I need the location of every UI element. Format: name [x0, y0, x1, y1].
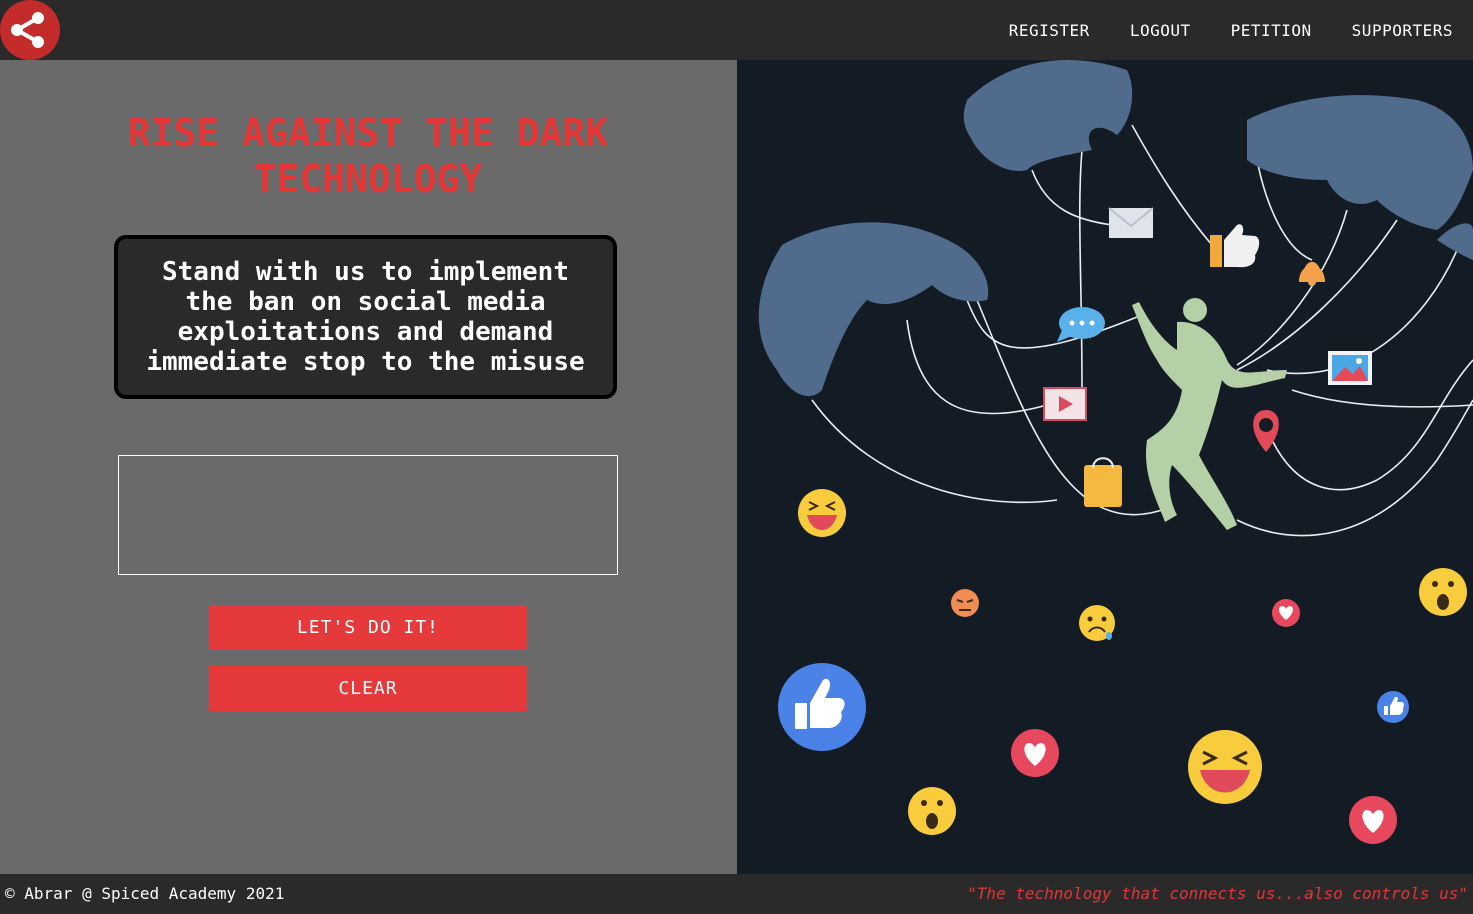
footer-quote: "The technology that connects us...also … [967, 884, 1468, 903]
string [1236, 209, 1348, 366]
laughing-emoji-icon [1188, 730, 1262, 804]
string [1031, 169, 1113, 226]
string [906, 319, 1048, 415]
wow-emoji-icon [1419, 568, 1467, 616]
string [1271, 359, 1473, 491]
share-icon [11, 12, 44, 48]
nav-logout-link[interactable]: LOGOUT [1130, 21, 1191, 40]
nav-register-link[interactable]: REGISTER [1009, 21, 1090, 40]
nav-petition-link[interactable]: PETITION [1231, 21, 1312, 40]
heart-reaction-icon [1272, 599, 1300, 627]
play-icon [1043, 387, 1087, 421]
like-reaction-icon [1377, 691, 1409, 723]
wow-emoji-icon [908, 787, 956, 835]
image-icon [1328, 351, 1372, 385]
sad-emoji-icon [1079, 605, 1115, 641]
heart-reaction-icon [1011, 729, 1059, 777]
nav-links: REGISTER LOGOUT PETITION SUPPORTERS [1009, 0, 1453, 60]
shopping-bag-icon [1084, 457, 1122, 507]
laughing-emoji-icon [798, 489, 846, 537]
signature-canvas[interactable] [118, 455, 618, 575]
illustration-panel [737, 60, 1473, 874]
submit-button[interactable]: LET'S DO IT! [209, 605, 527, 650]
nav-supporters-link[interactable]: SUPPORTERS [1352, 21, 1453, 40]
heart-reaction-icon [1349, 796, 1397, 844]
puppet-illustration [758, 60, 1473, 844]
string [1078, 149, 1083, 391]
logo[interactable] [0, 0, 60, 60]
navbar: REGISTER LOGOUT PETITION SUPPORTERS [0, 0, 1473, 60]
page-title: RISE AGAINST THE DARK TECHNOLOGY [127, 111, 609, 201]
statement-box: Stand with us to implement the ban on so… [114, 235, 617, 399]
hand-icon [1247, 95, 1473, 231]
like-reaction-icon [778, 663, 866, 751]
clear-button[interactable]: CLEAR [209, 666, 527, 711]
statement-text: Stand with us to implement the ban on so… [146, 257, 585, 377]
chat-bubble-icon [1057, 307, 1105, 342]
thumbs-up-icon [1210, 224, 1260, 268]
hand-icon [758, 222, 989, 397]
hand-icon [963, 60, 1133, 171]
petition-panel: RISE AGAINST THE DARK TECHNOLOGY Stand w… [0, 60, 737, 874]
string [811, 399, 1058, 504]
footer: © Abrar @ Spiced Academy 2021 "The techn… [0, 874, 1473, 914]
copyright-text: © Abrar @ Spiced Academy 2021 [5, 884, 285, 903]
angry-emoji-icon [951, 589, 979, 617]
envelope-icon [1108, 207, 1154, 238]
